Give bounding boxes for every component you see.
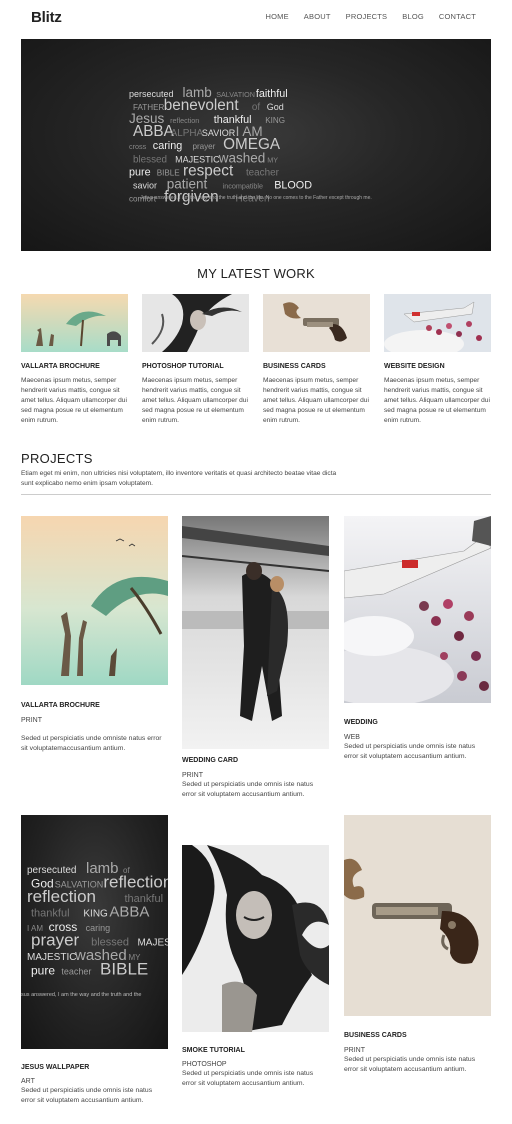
project-card-category: PRINT	[21, 717, 42, 724]
cloud-word: teacher	[246, 167, 280, 178]
cloud-word: of	[252, 102, 260, 113]
cloud-word: MAJESTIC	[137, 938, 168, 949]
project-card-title: VALLARTA BROCHURE	[21, 702, 100, 709]
cloud-word: benevolent	[164, 97, 240, 114]
nav-blog[interactable]: BLOG	[402, 12, 424, 21]
cloud-word: KING	[265, 116, 285, 125]
hero-quote: Jesus answered, I am the way and the tru…	[140, 195, 372, 201]
thumbnail-photoshop[interactable]	[142, 294, 249, 352]
cloud-word: persecuted	[27, 865, 76, 876]
project-card-text: Seded ut perspiciatis unde omnis iste na…	[21, 1087, 153, 1104]
cloud-word: cross	[129, 142, 147, 151]
project-card-title: WEDDING	[344, 719, 378, 726]
project-card[interactable]: SMOKE TUTORIAL PHOTOSHOP Seded ut perspi…	[182, 845, 329, 1089]
project-card-category: ART	[21, 1078, 35, 1085]
project-card-text: Seded ut perspiciatis unde omnis iste na…	[182, 1070, 314, 1087]
project-card-category: PHOTOSHOP	[182, 1061, 227, 1068]
divider	[21, 494, 491, 495]
cloud-word: prayer	[31, 931, 80, 950]
hero-banner[interactable]: persecuted lamb SALVATION faithful FATHER ben…	[21, 39, 491, 251]
project-card-category: WEB	[344, 734, 360, 741]
cloud-word: savior	[133, 180, 157, 190]
nav-about[interactable]: ABOUT	[304, 12, 331, 21]
projects-title: PROJECTS	[21, 451, 93, 466]
latest-item-text: Maecenas ipsum metus, semper hendrerit v…	[384, 377, 490, 424]
cloud-word: caring	[153, 140, 182, 152]
nav-projects[interactable]: PROJECTS	[346, 12, 388, 21]
cloud-word: reflection	[170, 116, 199, 125]
project-card[interactable]: BUSINESS CARDS PRINT Seded ut perspiciat…	[344, 815, 491, 1075]
cloud-word: reflection	[103, 873, 168, 892]
cloud-word: incompatible	[223, 181, 263, 190]
latest-item-text: Maecenas ipsum metus, semper hendrerit v…	[142, 377, 248, 424]
project-card-category: PRINT	[344, 1047, 365, 1054]
latest-item-text: Maecenas ipsum metus, semper hendrerit v…	[21, 377, 127, 424]
project-card[interactable]: VALLARTA BROCHURE PRINT Seded ut perspic…	[21, 516, 168, 754]
project-card[interactable]: WEDDING WEB Seded ut perspiciatis unde o…	[344, 516, 491, 762]
project-card-title: BUSINESS CARDS	[344, 1032, 407, 1039]
projects-description: Etiam eget mi enim, non ultricies nisi v…	[21, 470, 337, 487]
nav-contact[interactable]: CONTACT	[439, 12, 476, 21]
thumbnail-website-design[interactable]	[384, 294, 491, 352]
latest-item[interactable]: VALLARTA BROCHURE Maecenas ipsum metus, …	[21, 294, 128, 426]
cloud-word: ALPHA	[171, 128, 204, 139]
latest-item-title: VALLARTA BROCHURE	[21, 363, 100, 370]
cloud-word: pure	[129, 166, 151, 178]
site-logo[interactable]: Blitz	[31, 9, 62, 26]
cloud-word: ABBA	[109, 904, 149, 921]
wallpaper-quote: sus answered, I am the way and the truth…	[21, 992, 142, 998]
project-image-vallarta[interactable]	[21, 516, 168, 685]
cloud-word: MAJESTIC	[27, 952, 76, 963]
latest-item-title: WEBSITE DESIGN	[384, 363, 445, 370]
project-image-wedding-card[interactable]	[182, 516, 329, 749]
cloud-word: God	[267, 102, 284, 112]
project-image-smoke-tutorial[interactable]	[182, 845, 329, 1032]
thumbnail-vallarta[interactable]	[21, 294, 128, 352]
project-card-title: SMOKE TUTORIAL	[182, 1047, 245, 1054]
project-image-jesus-wallpaper[interactable]: persecuted lamb of God SALVATION reflection re…	[21, 815, 168, 1049]
cloud-word: MY	[267, 155, 278, 164]
project-card-text: Seded ut perspiciatis unde omniste natus…	[21, 735, 162, 752]
nav-home[interactable]: HOME	[265, 12, 288, 21]
latest-item-title: PHOTOSHOP TUTORIAL	[142, 363, 224, 370]
cloud-word: KING	[83, 909, 108, 920]
project-card-title: WEDDING CARD	[182, 757, 238, 764]
cloud-word: blessed	[133, 154, 167, 165]
project-card[interactable]: WEDDING CARD PRINT Seded ut perspiciatis…	[182, 516, 329, 800]
project-image-business-cards[interactable]	[344, 815, 491, 1016]
project-card-title: JESUS WALLPAPER	[21, 1064, 90, 1071]
cloud-word: caring	[86, 923, 111, 933]
latest-item[interactable]: BUSINESS CARDS Maecenas ipsum metus, sem…	[263, 294, 370, 426]
project-card[interactable]: persecuted lamb of God SALVATION reflection re…	[21, 815, 168, 1106]
cloud-word: BIBLE	[100, 960, 148, 979]
project-card-text: Seded ut perspiciatis unde omnis iste na…	[182, 781, 314, 798]
latest-work-title: MY LATEST WORK	[197, 266, 315, 281]
project-image-wedding-web[interactable]	[344, 516, 491, 703]
cloud-word: prayer	[192, 142, 215, 151]
cloud-word: reflection	[27, 887, 96, 906]
project-card-text: Seded ut perspiciatis unde omnis iste na…	[344, 743, 476, 760]
latest-item[interactable]: PHOTOSHOP TUTORIAL Maecenas ipsum metus,…	[142, 294, 249, 426]
cloud-word: faithful	[256, 88, 288, 100]
latest-item-text: Maecenas ipsum metus, semper hendrerit v…	[263, 377, 369, 424]
cloud-word: ABBA	[133, 123, 175, 140]
cloud-word: teacher	[61, 967, 91, 977]
cloud-word: BLOOD	[274, 179, 312, 191]
project-card-text: Seded ut perspiciatis unde omnis iste na…	[344, 1056, 476, 1073]
word-cloud: persecuted lamb SALVATION faithfulFATHER ben…	[129, 85, 312, 205]
latest-item[interactable]: WEBSITE DESIGN Maecenas ipsum metus, sem…	[384, 294, 491, 426]
latest-item-title: BUSINESS CARDS	[263, 363, 326, 370]
site-header: Blitz HOME ABOUT PROJECTS BLOG CONTACT	[0, 0, 512, 36]
main-nav: HOME ABOUT PROJECTS BLOG CONTACT	[265, 12, 476, 21]
project-card-category: PRINT	[182, 772, 203, 779]
cloud-word: pure	[31, 964, 55, 978]
thumbnail-business-cards[interactable]	[263, 294, 370, 352]
cloud-word: thankful	[31, 908, 70, 920]
